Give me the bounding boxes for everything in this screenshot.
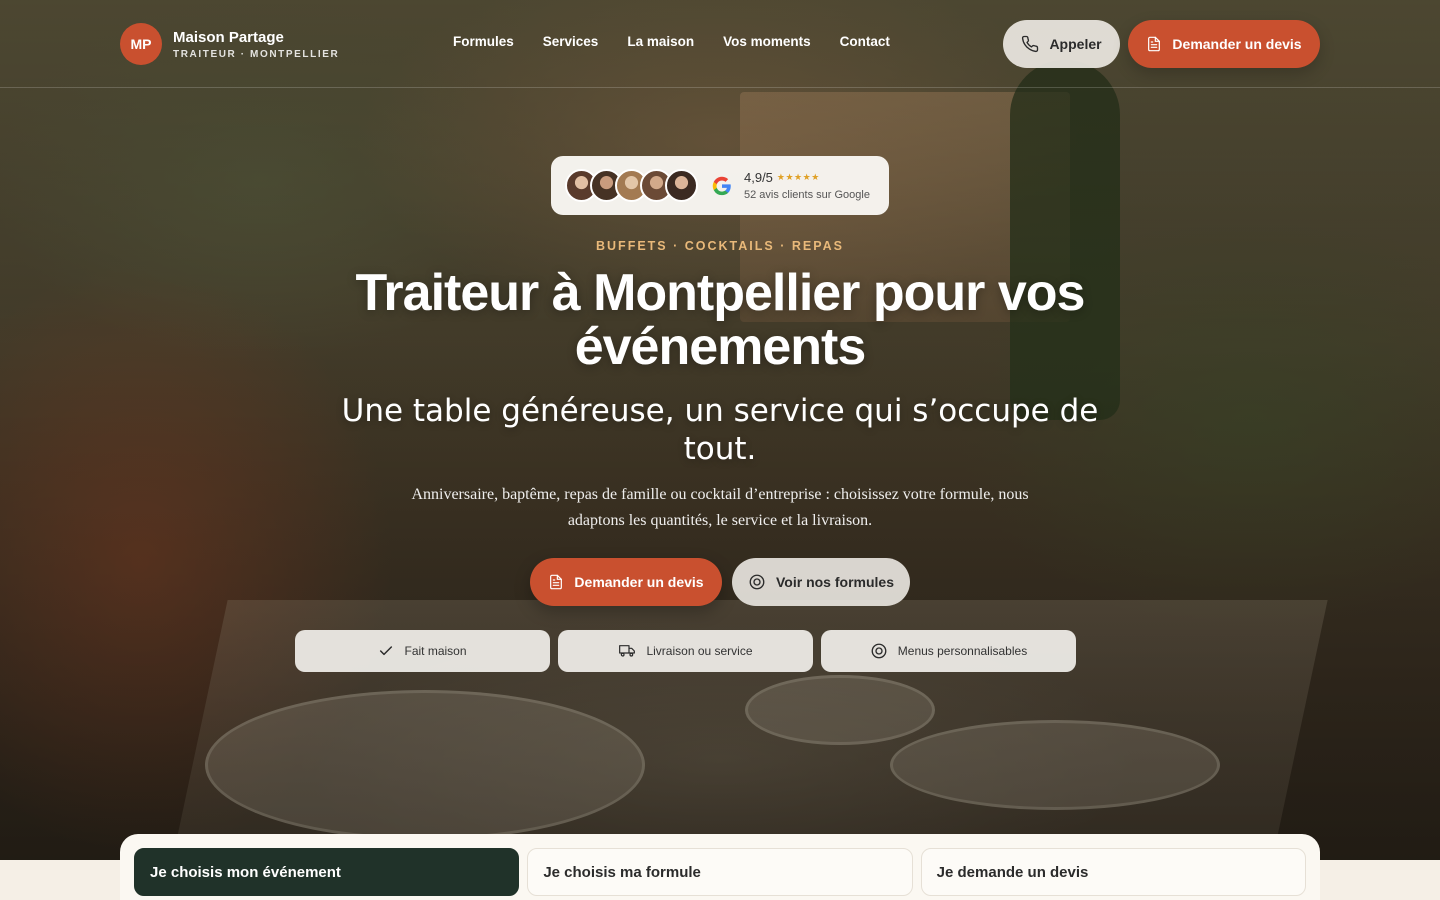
- google-rating-card[interactable]: 4,9/5 ★★★★★ 52 avis clients sur Google: [551, 156, 889, 215]
- view-formulas-label: Voir nos formules: [776, 574, 894, 590]
- feature-menus: Menus personnalisables: [821, 630, 1076, 672]
- feature-label: Fait maison: [404, 644, 467, 658]
- phone-icon: [1021, 35, 1039, 53]
- star-rating-icon: ★★★★★: [776, 172, 820, 182]
- header-quote-button[interactable]: Demander un devis: [1128, 20, 1320, 68]
- feature-livraison: Livraison ou service: [558, 630, 813, 672]
- google-icon: [712, 176, 732, 196]
- feature-pills: Fait maison Livraison ou service Menus p…: [295, 630, 1076, 672]
- step-choose-event[interactable]: Je choisis mon événement: [134, 848, 520, 896]
- check-icon: [378, 643, 394, 659]
- nav-item-formules[interactable]: Formules: [453, 34, 514, 49]
- step-choose-formula[interactable]: Je choisis ma formule: [527, 848, 913, 896]
- hero-subtitle: Une table généreuse, un service qui s’oc…: [341, 393, 1099, 467]
- nav-item-services[interactable]: Services: [543, 34, 599, 49]
- hero-cta-group: Demander un devis Voir nos formules: [530, 558, 910, 606]
- nav-item-la-maison[interactable]: La maison: [627, 34, 694, 49]
- rating-reviews-count: 52 avis clients sur Google: [744, 189, 870, 201]
- view-formulas-button[interactable]: Voir nos formules: [732, 558, 910, 606]
- feature-fait-maison: Fait maison: [295, 630, 550, 672]
- step-request-quote[interactable]: Je demande un devis: [920, 848, 1306, 896]
- target-icon: [870, 642, 888, 660]
- brand-tagline: TRAITEUR · MONTPELLIER: [173, 48, 340, 60]
- target-icon: [748, 573, 766, 591]
- client-avatars: [565, 169, 698, 202]
- call-label: Appeler: [1049, 36, 1102, 52]
- request-quote-label: Demander un devis: [574, 574, 704, 590]
- brand-name: Maison Partage: [173, 28, 284, 46]
- booking-steps: Je choisis mon événement Je choisis ma f…: [120, 834, 1320, 900]
- truck-icon: [618, 643, 636, 659]
- header-quote-label: Demander un devis: [1172, 36, 1302, 52]
- hero-eyebrow: BUFFETS · COCKTAILS · REPAS: [596, 239, 844, 253]
- site-header: MP Maison Partage TRAITEUR · MONTPELLIER…: [0, 0, 1440, 88]
- rating-score: 4,9/5: [744, 170, 773, 185]
- call-button[interactable]: Appeler: [1003, 20, 1120, 68]
- nav-item-vos-moments[interactable]: Vos moments: [723, 34, 811, 49]
- document-icon: [1146, 35, 1162, 53]
- hero-description: Anniversaire, baptême, repas de famille …: [411, 486, 1029, 529]
- avatar: [665, 169, 698, 202]
- main-nav: Formules Services La maison Vos moments …: [453, 34, 890, 49]
- feature-label: Menus personnalisables: [897, 644, 1028, 658]
- feature-label: Livraison ou service: [646, 644, 753, 658]
- brand-logo[interactable]: MP Maison Partage TRAITEUR · MONTPELLIER: [120, 23, 339, 65]
- document-icon: [548, 573, 564, 591]
- page-title: Traiteur à Montpellier pour vos événemen…: [355, 264, 1086, 376]
- nav-item-contact[interactable]: Contact: [840, 34, 890, 49]
- request-quote-button[interactable]: Demander un devis: [530, 558, 722, 606]
- logo-badge: MP: [120, 23, 162, 65]
